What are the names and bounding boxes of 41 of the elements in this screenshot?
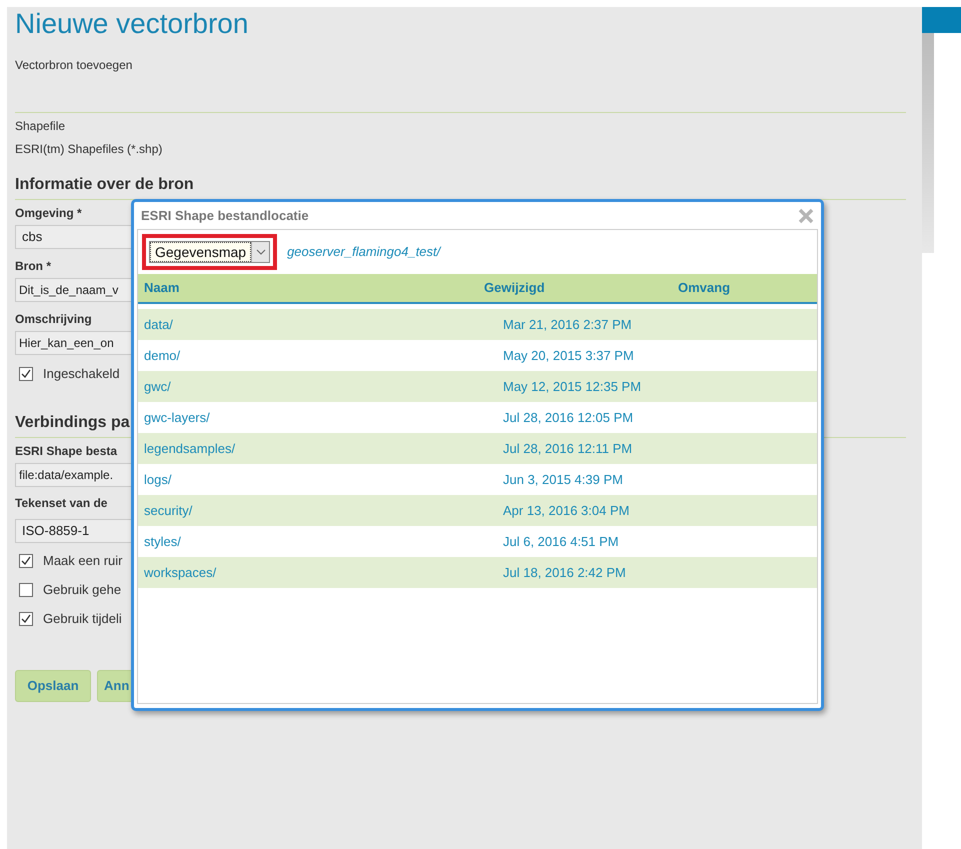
checkbox[interactable] bbox=[19, 554, 33, 568]
modified-date: Jul 6, 2016 4:51 PM bbox=[503, 532, 619, 551]
type-description: ESRI(tm) Shapefiles (*.shp) bbox=[15, 141, 164, 158]
checkbox-label: Ingeschakeld bbox=[43, 365, 120, 384]
field-label: Bron * bbox=[15, 258, 51, 275]
checkbox-label: Maak een ruir bbox=[43, 552, 122, 570]
section-heading: Verbindings pa bbox=[15, 413, 130, 433]
modified-date: Jul 18, 2016 2:42 PM bbox=[503, 564, 626, 582]
field-label: Tekenset van de bbox=[15, 495, 108, 512]
section-heading: Informatie over de bron bbox=[15, 175, 194, 195]
modified-date: Apr 13, 2016 3:04 PM bbox=[503, 502, 630, 520]
page-subtitle: Vectorbron toevoegen bbox=[15, 57, 134, 74]
checkbox[interactable] bbox=[19, 612, 33, 626]
field-label: Omgeving * bbox=[15, 205, 82, 222]
column-header[interactable]: Gewijzigd bbox=[484, 278, 678, 298]
checkbox[interactable] bbox=[19, 583, 33, 597]
column-header[interactable]: Omvang bbox=[678, 278, 730, 298]
field-label: Omschrijving bbox=[15, 311, 92, 328]
folder-name[interactable]: gwc-layers/ bbox=[138, 408, 503, 428]
modified-date: Jun 3, 2015 4:39 PM bbox=[503, 470, 623, 489]
modified-date: Jul 28, 2016 12:11 PM bbox=[503, 440, 632, 458]
folder-name[interactable]: gwc/ bbox=[138, 376, 503, 396]
modified-date: Mar 21, 2016 2:37 PM bbox=[503, 316, 632, 334]
form-button[interactable]: Opslaan bbox=[15, 670, 91, 702]
caret-icon bbox=[256, 249, 266, 255]
page-title: Nieuwe vectorbron bbox=[15, 7, 250, 41]
type-label: Shapefile bbox=[15, 118, 66, 135]
location-select[interactable]: Gegevensmap bbox=[149, 241, 270, 263]
dialog-title: ESRI Shape bestandlocatie bbox=[141, 206, 309, 225]
checkbox-label: Gebruik gehe bbox=[43, 581, 122, 600]
field-label: ESRI Shape besta bbox=[15, 443, 118, 460]
top-bar bbox=[922, 7, 961, 33]
modified-date: May 12, 2015 12:35 PM bbox=[503, 378, 642, 396]
folder-name[interactable]: workspaces/ bbox=[138, 562, 503, 582]
path-link[interactable]: geoserver_flamingo4_test/ bbox=[287, 242, 440, 262]
checkbox[interactable] bbox=[19, 367, 33, 381]
modified-date: Jul 28, 2016 12:05 PM bbox=[503, 408, 634, 427]
modified-date: May 20, 2015 3:37 PM bbox=[503, 346, 634, 365]
folder-name[interactable]: security/ bbox=[138, 500, 503, 520]
folder-name[interactable]: legendsamples/ bbox=[138, 438, 503, 458]
checkbox-label: Gebruik tijdeli bbox=[43, 610, 122, 628]
